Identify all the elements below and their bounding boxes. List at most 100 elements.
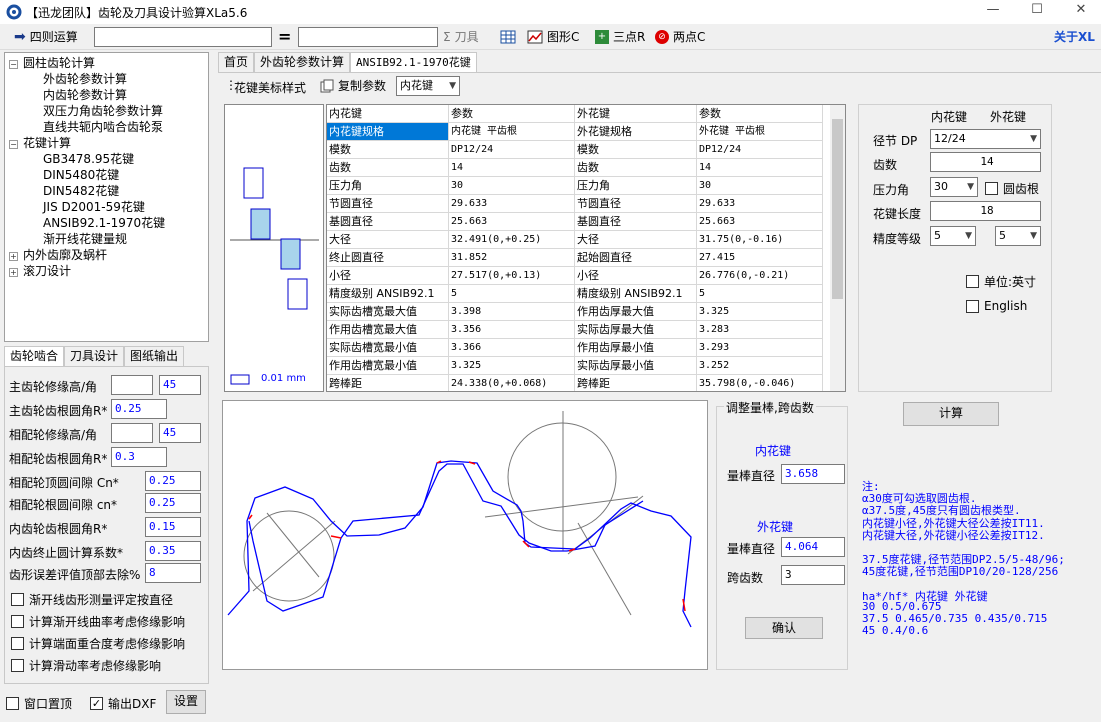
teeth-input[interactable]: 14 — [930, 152, 1041, 172]
table-row[interactable]: 压力角 30 压力角 30 — [327, 177, 832, 195]
table-cell[interactable]: 27.415 — [697, 249, 823, 267]
table-cell[interactable]: 作用齿厚最小值 — [575, 339, 697, 357]
confirm-button[interactable]: 确认 — [745, 617, 823, 639]
tree-item[interactable]: JIS D2001-59花键 — [43, 199, 145, 215]
result-input[interactable] — [298, 27, 438, 47]
table-cell[interactable]: 实际齿厚最大值 — [575, 321, 697, 339]
table-cell[interactable]: 模数 — [327, 141, 449, 159]
form-input-angle[interactable]: 45 — [159, 423, 201, 443]
table-cell[interactable]: 终止圆直径 — [327, 249, 449, 267]
table-cell[interactable]: 24.338(0,+0.068) — [449, 375, 575, 391]
english-checkbox[interactable]: English — [966, 299, 1027, 313]
tree-node[interactable]: − 花键计算 — [9, 135, 71, 151]
checkbox-box[interactable] — [11, 593, 24, 606]
table-cell[interactable]: 5 — [449, 285, 575, 303]
table-cell[interactable]: 齿数 — [327, 159, 449, 177]
expand-toggle-icon[interactable]: + — [9, 268, 18, 277]
tree-node[interactable]: + 内外齿廓及蜗杆 — [9, 247, 107, 263]
copy-params-button[interactable]: 复制参数 — [320, 77, 386, 95]
main-tab[interactable]: 外齿轮参数计算 — [254, 52, 351, 72]
table-cell[interactable]: 3.283 — [697, 321, 823, 339]
pressure-angle-select[interactable]: 30 ▼ — [930, 177, 978, 197]
grade-inner-select[interactable]: 5 ▼ — [930, 226, 976, 246]
table-cell[interactable]: 29.633 — [697, 195, 823, 213]
table-cell[interactable]: 节圆直径 — [575, 195, 697, 213]
table-row[interactable]: 作用齿槽宽最大值 3.356 实际齿厚最大值 3.283 — [327, 321, 832, 339]
table-cell[interactable]: 实际齿槽宽最大值 — [327, 303, 449, 321]
table-cell[interactable]: 29.633 — [449, 195, 575, 213]
tree-item[interactable]: 渐开线花键量规 — [43, 231, 127, 247]
checkbox-box[interactable] — [11, 637, 24, 650]
left-tab[interactable]: 刀具设计 — [64, 346, 125, 366]
table-cell[interactable]: 外花键规格 — [575, 123, 697, 141]
table-row[interactable]: 跨棒距 24.338(0,+0.068) 跨棒距 35.798(0,-0.046) — [327, 375, 832, 391]
minimize-button[interactable]: — — [978, 2, 1008, 22]
form-input[interactable]: 0.35 — [145, 541, 201, 561]
option-checkbox[interactable]: 计算渐开线曲率考虑修缘影响 — [11, 613, 185, 630]
table-cell[interactable]: 3.252 — [697, 357, 823, 375]
table-cell[interactable]: DP12/24 — [449, 141, 575, 159]
table-cell[interactable]: 精度级别 ANSIB92.1 — [575, 285, 697, 303]
main-tab[interactable]: ANSIB92.1-1970花键 — [350, 52, 477, 72]
table-cell[interactable]: 3.356 — [449, 321, 575, 339]
table-cell[interactable]: 3.398 — [449, 303, 575, 321]
three-point-button[interactable]: + 三点R — [595, 28, 645, 46]
table-cell[interactable]: 内花键 平齿根 — [449, 123, 575, 141]
tree-node[interactable]: − 圆柱齿轮计算 — [9, 55, 95, 71]
pin-window-checkbox[interactable]: 窗口置顶 — [6, 695, 72, 712]
form-input-angle[interactable]: 45 — [159, 375, 201, 395]
about-link[interactable]: 关于XL — [1054, 28, 1095, 46]
output-dxf-checkbox[interactable]: ✓ 输出DXF — [90, 695, 156, 712]
table-cell[interactable]: 25.663 — [449, 213, 575, 231]
table-row[interactable]: 内花键规格 内花键 平齿根 外花键规格 外花键 平齿根 — [327, 123, 832, 141]
table-cell[interactable]: 大径 — [327, 231, 449, 249]
calculate-button[interactable]: 计算 — [903, 402, 999, 426]
table-row[interactable]: 基圆直径 25.663 基圆直径 25.663 — [327, 213, 832, 231]
form-input[interactable] — [111, 423, 153, 443]
table-scrollbar[interactable] — [830, 105, 845, 391]
unit-inch-checkbox[interactable]: 单位:英寸 — [966, 273, 1036, 290]
table-cell[interactable]: 30 — [697, 177, 823, 195]
form-input[interactable] — [111, 375, 153, 395]
table-cell[interactable]: 跨棒距 — [575, 375, 697, 391]
calc-button[interactable]: ➡ 四则运算 — [14, 28, 78, 46]
option-checkbox[interactable]: 渐开线齿形测量评定按直径 — [11, 591, 173, 608]
table-cell[interactable]: 27.517(0,+0.13) — [449, 267, 575, 285]
length-input[interactable]: 18 — [930, 201, 1041, 221]
table-cell[interactable]: 3.325 — [697, 303, 823, 321]
table-cell[interactable]: 作用齿槽宽最大值 — [327, 321, 449, 339]
dp-select[interactable]: 12/24 ▼ — [930, 129, 1041, 149]
main-tab[interactable]: 首页 — [218, 52, 255, 72]
chart-button[interactable]: 图形C — [527, 28, 579, 46]
left-tab[interactable]: 图纸输出 — [124, 346, 185, 366]
table-cell[interactable]: 31.852 — [449, 249, 575, 267]
table-cell[interactable]: 小径 — [575, 267, 697, 285]
expand-toggle-icon[interactable]: − — [9, 140, 18, 149]
form-input[interactable]: 0.25 — [111, 399, 167, 419]
table-cell[interactable]: 3.366 — [449, 339, 575, 357]
expand-toggle-icon[interactable]: + — [9, 252, 18, 261]
table-cell[interactable]: 30 — [449, 177, 575, 195]
table-cell[interactable]: DP12/24 — [697, 141, 823, 159]
pin-outer-input[interactable]: 4.064 — [781, 537, 845, 557]
form-input[interactable]: 0.25 — [145, 471, 201, 491]
table-row[interactable]: 实际齿槽宽最小值 3.366 作用齿厚最小值 3.293 — [327, 339, 832, 357]
table-cell[interactable]: 26.776(0,-0.21) — [697, 267, 823, 285]
tree-item[interactable]: 双压力角齿轮参数计算 — [43, 103, 163, 119]
table-row[interactable]: 精度级别 ANSIB92.1 5 精度级别 ANSIB92.1 5 — [327, 285, 832, 303]
table-cell[interactable]: 作用齿厚最大值 — [575, 303, 697, 321]
table-cell[interactable]: 模数 — [575, 141, 697, 159]
checkbox-box[interactable] — [11, 615, 24, 628]
left-tab[interactable]: 齿轮啮合 — [4, 346, 65, 366]
span-input[interactable]: 3 — [781, 565, 845, 585]
table-cell[interactable]: 齿数 — [575, 159, 697, 177]
form-input[interactable]: 8 — [145, 563, 201, 583]
expand-toggle-icon[interactable]: − — [9, 60, 18, 69]
table-cell[interactable]: 31.75(0,-0.16) — [697, 231, 823, 249]
table-cell[interactable]: 32.491(0,+0.25) — [449, 231, 575, 249]
table-cell[interactable]: 14 — [697, 159, 823, 177]
table-row[interactable]: 模数 DP12/24 模数 DP12/24 — [327, 141, 832, 159]
tree-item[interactable]: DIN5482花键 — [43, 183, 119, 199]
table-cell[interactable]: 基圆直径 — [327, 213, 449, 231]
spline-type-select[interactable]: 内花键 ▼ — [396, 76, 460, 96]
